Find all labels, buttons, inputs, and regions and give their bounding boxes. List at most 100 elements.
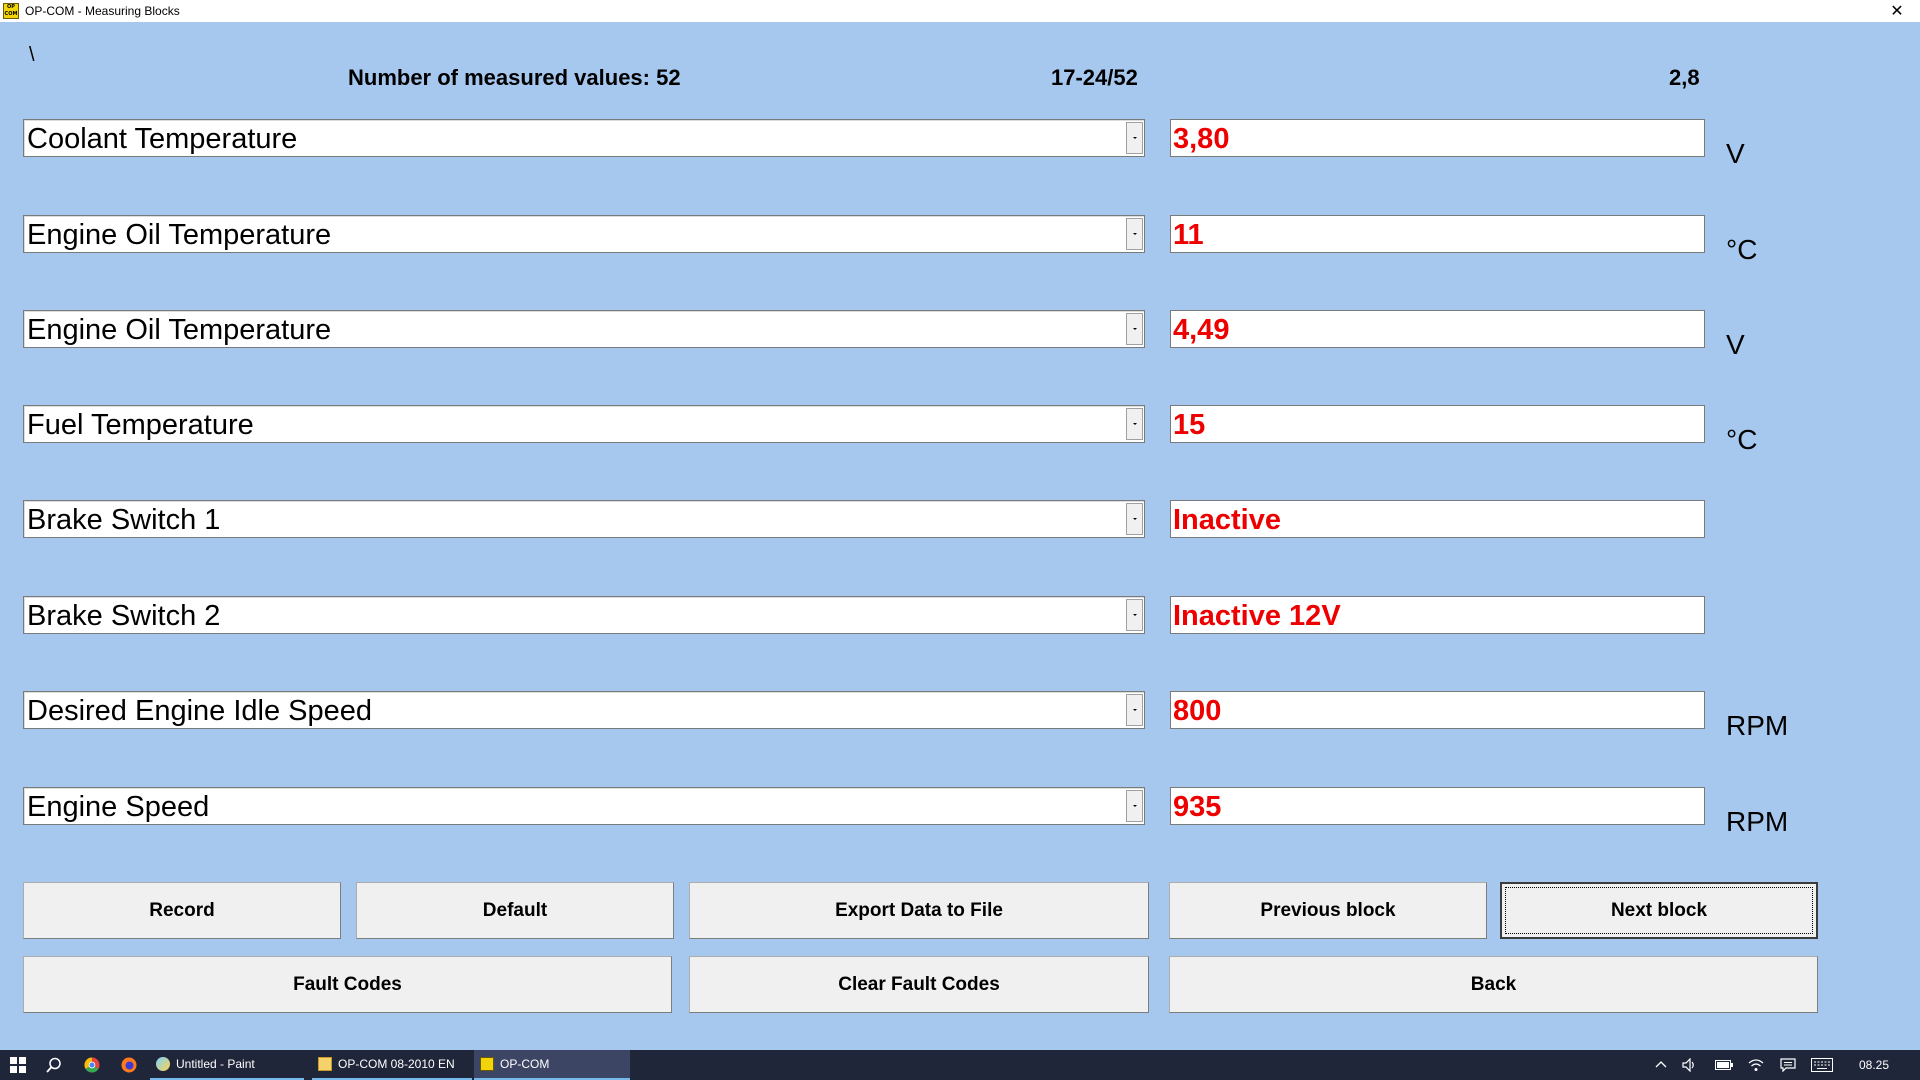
chevron-up-icon — [1655, 1061, 1667, 1068]
unit-label-3: V — [1726, 329, 1745, 360]
tray-overflow-button[interactable] — [1650, 1050, 1672, 1080]
unit-label-4: °C — [1726, 424, 1758, 455]
clock[interactable]: 08.25 — [1848, 1050, 1900, 1080]
value-field-3: 4,49 — [1170, 310, 1705, 348]
clock-time: 08.25 — [1858, 1058, 1890, 1072]
parameter-name: Desired Engine Idle Speed — [27, 695, 373, 727]
dropdown-button[interactable] — [1126, 408, 1143, 440]
parameter-select-3[interactable]: Engine Oil Temperature — [23, 310, 1145, 348]
parameter-name: Engine Oil Temperature — [27, 314, 332, 346]
parameter-name: Engine Speed — [27, 791, 210, 823]
op-com-app-icon: OP COM — [3, 3, 19, 19]
chrome-icon — [84, 1057, 100, 1073]
chevron-down-icon — [1132, 328, 1137, 330]
dropdown-button[interactable] — [1126, 313, 1143, 345]
fault-codes-button[interactable]: Fault Codes — [23, 956, 672, 1013]
record-button[interactable]: Record — [23, 882, 341, 939]
taskbar-item-op-com-folder[interactable]: OP-COM 08-2010 EN — [312, 1050, 472, 1080]
chevron-down-icon — [1132, 518, 1137, 520]
previous-block-button[interactable]: Previous block — [1169, 882, 1487, 939]
parameter-select-2[interactable]: Engine Oil Temperature — [23, 215, 1145, 253]
unit-label-8: RPM — [1726, 806, 1789, 837]
paint-icon — [156, 1057, 170, 1071]
taskbar-item-paint[interactable]: Untitled - Paint — [150, 1050, 304, 1080]
value-field-2: 11 — [1170, 215, 1705, 253]
block-range: 17-24/52 — [1051, 65, 1138, 90]
parameter-name: Engine Oil Temperature — [27, 219, 332, 251]
value-field-8: 935 — [1170, 787, 1705, 825]
next-block-button[interactable]: Next block — [1500, 882, 1818, 939]
dropdown-button[interactable] — [1126, 122, 1143, 154]
parameter-name: Brake Switch 2 — [27, 600, 221, 632]
parameter-value: Inactive — [1173, 504, 1281, 536]
firefox-taskbar-button[interactable] — [113, 1050, 145, 1080]
parameter-value: 15 — [1173, 409, 1206, 441]
action-center-button[interactable] — [1776, 1050, 1800, 1080]
dropdown-button[interactable] — [1126, 694, 1143, 726]
keyboard-icon — [1811, 1058, 1833, 1072]
dropdown-button[interactable] — [1126, 503, 1143, 535]
value-field-7: 800 — [1170, 691, 1705, 729]
value-field-4: 15 — [1170, 405, 1705, 443]
wifi-icon — [1748, 1059, 1764, 1071]
parameter-select-1[interactable]: Coolant Temperature — [23, 119, 1145, 157]
parameter-value: 935 — [1173, 791, 1222, 823]
back-button[interactable]: Back — [1169, 956, 1818, 1013]
parameter-select-6[interactable]: Brake Switch 2 — [23, 596, 1145, 634]
battery-icon — [1715, 1060, 1733, 1070]
close-icon: ✕ — [1890, 3, 1904, 20]
chevron-down-icon — [1132, 709, 1137, 711]
parameter-name: Coolant Temperature — [27, 123, 298, 155]
title-bar: OP COM OP-COM - Measuring Blocks ✕ — [0, 0, 1920, 22]
chevron-down-icon — [1132, 614, 1137, 616]
measured-values-count: Number of measured values: 52 — [348, 65, 681, 90]
parameter-select-8[interactable]: Engine Speed — [23, 787, 1145, 825]
export-data-button[interactable]: Export Data to File — [689, 882, 1149, 939]
parameter-name: Fuel Temperature — [27, 409, 254, 441]
parameter-value: 4,49 — [1173, 314, 1230, 346]
battery-button[interactable] — [1712, 1050, 1736, 1080]
chrome-taskbar-button[interactable] — [76, 1050, 108, 1080]
parameter-select-5[interactable]: Brake Switch 1 — [23, 500, 1145, 538]
unit-label-7: RPM — [1726, 710, 1789, 741]
dropdown-button[interactable] — [1126, 599, 1143, 631]
parameter-select-7[interactable]: Desired Engine Idle Speed — [23, 691, 1145, 729]
chevron-down-icon — [1132, 805, 1137, 807]
parameter-value: Inactive 12V — [1173, 600, 1341, 632]
search-icon — [46, 1057, 61, 1073]
parameter-name: Brake Switch 1 — [27, 504, 221, 536]
taskbar-item-op-com[interactable]: OP-COM — [474, 1050, 630, 1080]
value-field-1: 3,80 — [1170, 119, 1705, 157]
windows-logo-icon — [10, 1057, 26, 1073]
op-com-icon — [480, 1057, 494, 1071]
parameter-value: 800 — [1173, 695, 1222, 727]
measuring-blocks-window: OP COM OP-COM - Measuring Blocks ✕ \ Num… — [0, 0, 1920, 1050]
network-button[interactable] — [1744, 1050, 1768, 1080]
value-field-6: Inactive 12V — [1170, 596, 1705, 634]
keyboard-button[interactable] — [1808, 1050, 1836, 1080]
clear-fault-codes-button[interactable]: Clear Fault Codes — [689, 956, 1149, 1013]
path-indicator: \ — [29, 44, 35, 66]
parameter-select-4[interactable]: Fuel Temperature — [23, 405, 1145, 443]
chevron-down-icon — [1132, 423, 1137, 425]
speaker-icon — [1682, 1058, 1694, 1072]
dropdown-button[interactable] — [1126, 218, 1143, 250]
refresh-rate: 2,8 — [1669, 65, 1700, 90]
window-title: OP-COM - Measuring Blocks — [25, 4, 180, 18]
volume-button[interactable] — [1678, 1050, 1702, 1080]
search-button[interactable] — [38, 1050, 70, 1080]
taskbar-item-label: OP-COM — [500, 1057, 550, 1071]
chevron-down-icon — [1132, 233, 1137, 235]
notification-icon — [1780, 1058, 1796, 1072]
unit-label-1: V — [1726, 138, 1745, 169]
start-button[interactable] — [0, 1050, 36, 1080]
firefox-icon — [121, 1057, 137, 1073]
unit-label-2: °C — [1726, 234, 1758, 265]
dropdown-button[interactable] — [1126, 790, 1143, 822]
parameter-value: 3,80 — [1173, 123, 1230, 155]
value-field-5: Inactive — [1170, 500, 1705, 538]
close-button[interactable]: ✕ — [1874, 0, 1920, 22]
taskbar: Untitled - Paint OP-COM 08-2010 EN OP-CO… — [0, 1050, 1920, 1080]
taskbar-item-label: OP-COM 08-2010 EN — [338, 1057, 455, 1071]
default-button[interactable]: Default — [356, 882, 674, 939]
